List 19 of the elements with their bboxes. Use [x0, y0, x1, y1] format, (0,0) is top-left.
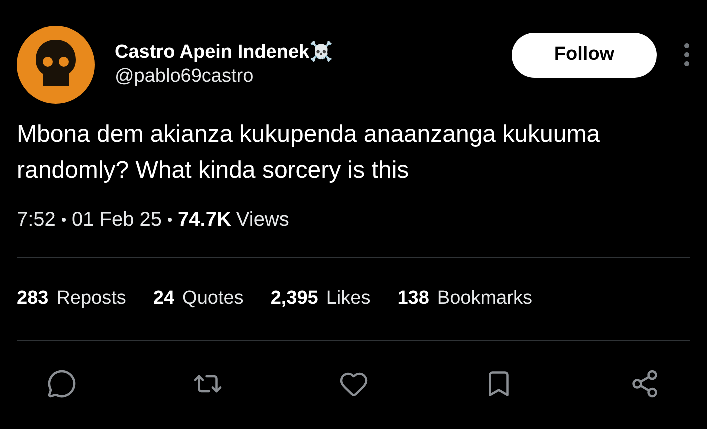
post-text: Mbona dem akianza kukupenda anaanzanga kukuuma randomly? What kinda sorcery is this	[17, 120, 602, 186]
stat-label[interactable]: Quotes	[182, 284, 244, 314]
author-name: Castro Apein Indenek☠	[115, 41, 335, 65]
share-icon[interactable]	[630, 369, 660, 399]
views-label: Views	[236, 208, 290, 233]
stat-count: 24	[153, 286, 175, 311]
post-time: 7:52	[17, 208, 56, 233]
stat-count: 2,395	[270, 286, 318, 311]
stat-label[interactable]: Likes	[326, 284, 371, 314]
stat-count: 283	[17, 286, 49, 311]
stat-label[interactable]: Reposts	[56, 284, 126, 314]
reply-icon[interactable]	[47, 369, 77, 399]
follow-button[interactable]: Follow	[512, 32, 657, 78]
post-date: 01 Feb 25	[72, 208, 162, 233]
more-icon[interactable]	[684, 43, 690, 67]
author-handle: @pablo69castro	[115, 65, 255, 89]
stat-count: 138	[398, 286, 430, 311]
stat-label[interactable]: Bookmarks	[437, 284, 532, 314]
views-count: 74.7K	[178, 208, 232, 233]
